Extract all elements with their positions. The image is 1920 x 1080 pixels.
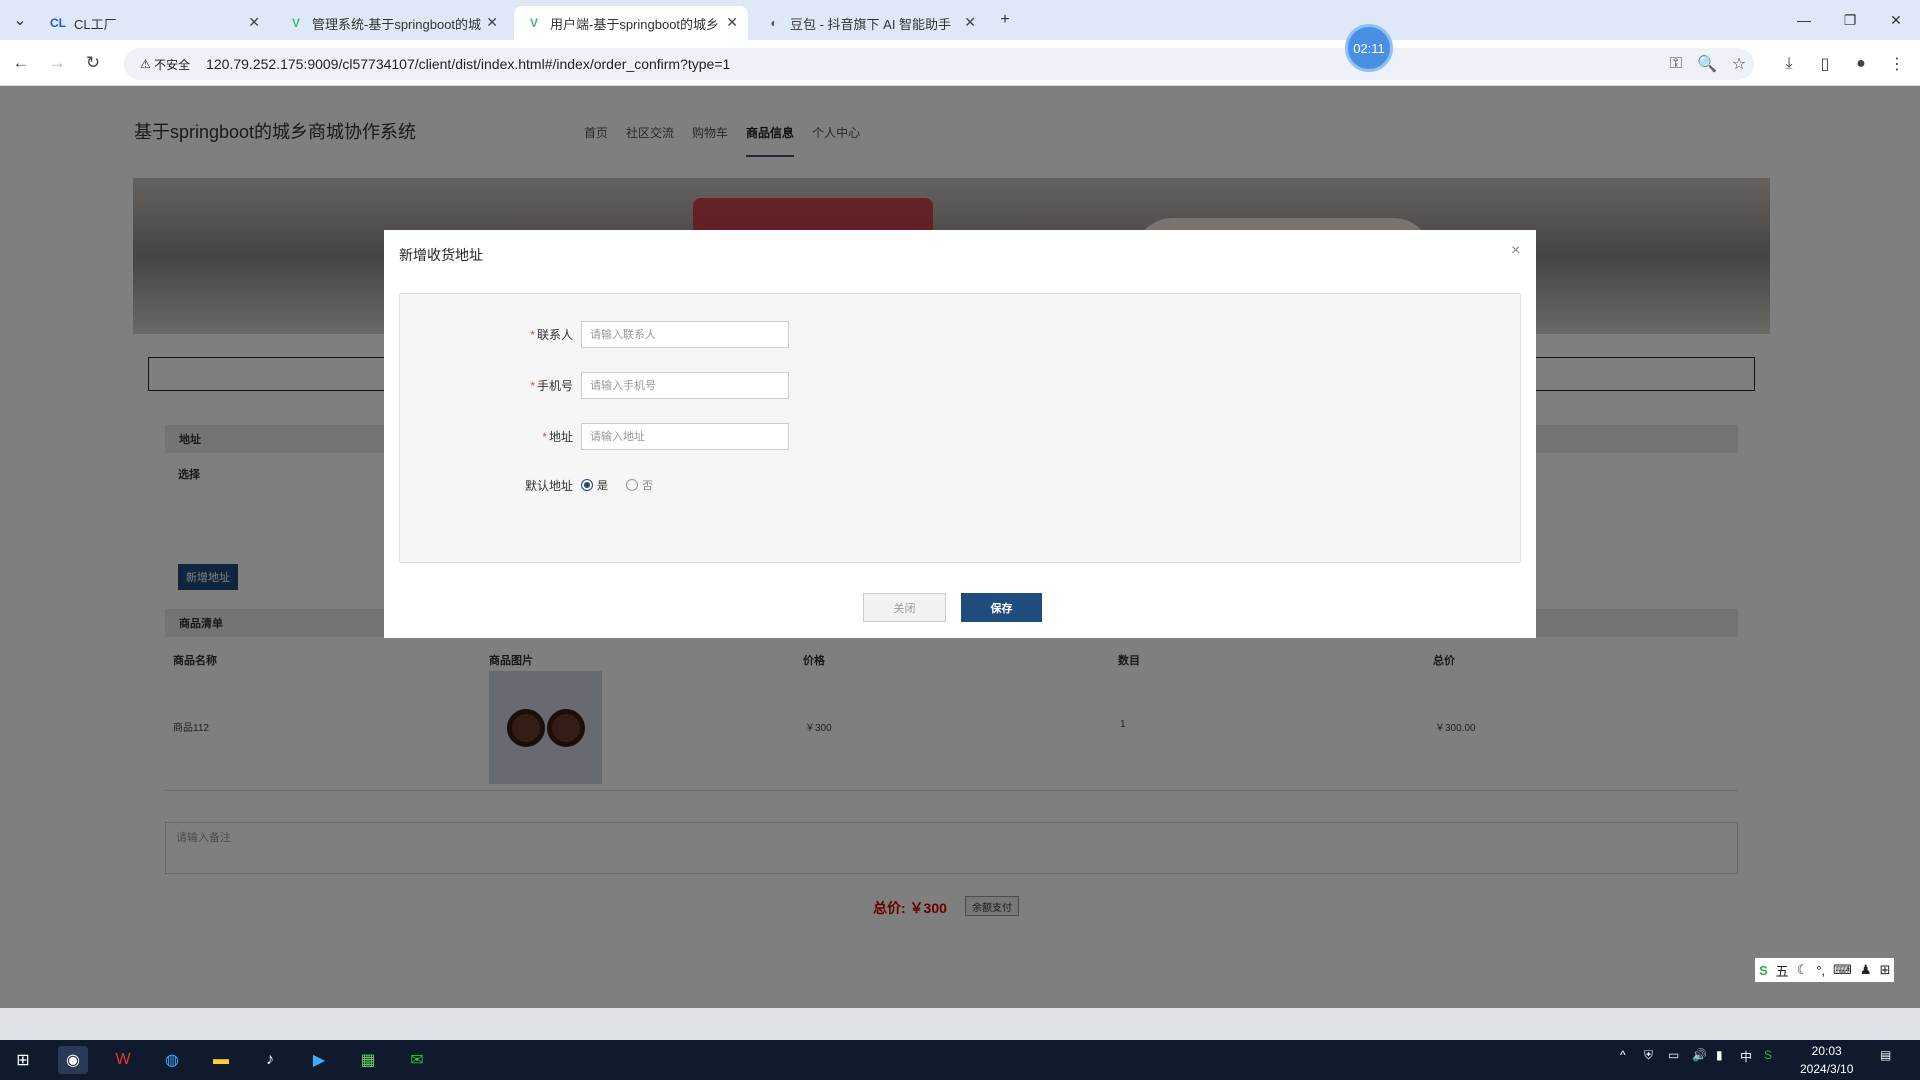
browser-icon[interactable]: ◍	[157, 1046, 187, 1074]
network-icon[interactable]: ▭	[1668, 1048, 1679, 1062]
tab-admin[interactable]: V 管理系统-基于springboot的城 ✕	[276, 6, 508, 40]
tab-cl[interactable]: CL CL工厂 ✕	[38, 6, 270, 40]
ime-lang[interactable]: 中	[1740, 1048, 1752, 1065]
security-chip[interactable]: ⚠ 不安全	[132, 52, 198, 76]
phone-input[interactable]: 请输入手机号	[581, 371, 789, 399]
warning-icon: ⚠	[140, 57, 155, 71]
phone-row: * 手机号 请输入手机号	[400, 371, 789, 399]
taskbar: ⊞ ◉ W ◍ ▬ ♪ ▶ ▦ ✉ ^ ⛨ ▭ 🔊 ▮ 中 S 20:03 20…	[0, 1040, 1920, 1080]
dialog-form: * 联系人 请输入联系人 * 手机号 请输入手机号 * 地址 请输入地址 默认地址 是…	[399, 293, 1521, 563]
omnibox[interactable]: ⚠ 不安全 120.79.252.175:9009/cl57734107/cli…	[124, 48, 1754, 80]
contact-row: * 联系人 请输入联系人	[400, 320, 789, 348]
clock[interactable]: 20:03 2024/3/10	[1800, 1042, 1853, 1078]
moon-icon[interactable]: ☾	[1797, 962, 1809, 978]
restore-icon[interactable]: ❐	[1827, 0, 1873, 40]
ime-mode-icon[interactable]: 五	[1776, 961, 1789, 980]
address-input[interactable]: 请输入地址	[581, 422, 789, 450]
close-icon[interactable]: ✕	[964, 14, 976, 31]
ime-toolbar[interactable]: S 五 ☾ °, ⌨ ♟ ⊞	[1755, 958, 1895, 982]
app-grid-icon[interactable]: ▦	[353, 1046, 383, 1074]
volume-icon[interactable]: 🔊	[1692, 1048, 1707, 1062]
folder-icon[interactable]: ▬	[206, 1046, 236, 1074]
notification-icon[interactable]: ▤	[1880, 1048, 1891, 1062]
chrome-icon[interactable]: ◉	[58, 1046, 88, 1074]
save-button[interactable]: 保存	[961, 593, 1042, 622]
close-icon[interactable]: ✕	[726, 14, 738, 31]
tab-search-icon[interactable]: ⌄	[6, 6, 34, 34]
minimize-icon[interactable]: —	[1781, 0, 1827, 40]
tab-doubao[interactable]: ◐ 豆包 - 抖音旗下 AI 智能助手 ✕	[754, 6, 986, 40]
keyboard-icon[interactable]: ⌨	[1833, 962, 1852, 978]
address-row: * 地址 请输入地址	[400, 422, 789, 450]
wechat-icon[interactable]: ✉	[402, 1046, 432, 1074]
side-panel-icon[interactable]: ▯	[1813, 52, 1837, 76]
punct-icon[interactable]: °,	[1816, 963, 1825, 978]
recording-timer[interactable]: 02:11	[1345, 24, 1393, 72]
close-icon[interactable]: ✕	[248, 14, 260, 31]
menu-kebab-icon[interactable]: ⋮	[1885, 52, 1909, 76]
contact-input[interactable]: 请输入联系人	[581, 320, 789, 348]
password-key-icon[interactable]: ⚿	[1664, 52, 1688, 76]
new-tab-icon[interactable]: +	[990, 6, 1020, 34]
forward-icon[interactable]: →	[44, 50, 70, 76]
default-address-row: 默认地址 是 否	[524, 477, 653, 493]
vue-icon: V	[529, 16, 538, 30]
start-icon[interactable]: ⊞	[8, 1046, 38, 1074]
bookmark-star-icon[interactable]: ☆	[1727, 52, 1751, 76]
default-no-radio[interactable]: 否	[626, 477, 653, 493]
close-icon[interactable]: ×	[1511, 242, 1520, 260]
battery-icon[interactable]: ▮	[1716, 1048, 1723, 1062]
default-yes-radio[interactable]: 是	[581, 477, 608, 493]
reload-icon[interactable]: ↻	[80, 50, 106, 76]
user-icon[interactable]: ♟	[1860, 962, 1872, 978]
close-icon[interactable]: ✕	[486, 14, 498, 31]
vue-icon: V	[291, 16, 300, 30]
profile-icon[interactable]: ●	[1849, 52, 1873, 76]
wps-icon[interactable]: W	[108, 1046, 138, 1074]
media-player-icon[interactable]: ▶	[304, 1046, 334, 1074]
dialog-title: 新增收货地址	[399, 247, 483, 263]
sogou-tray-icon[interactable]: S	[1764, 1048, 1772, 1062]
tray-expand-icon[interactable]: ^	[1620, 1048, 1626, 1062]
zoom-icon[interactable]: 🔍	[1695, 52, 1719, 76]
apps-icon[interactable]: ⊞	[1880, 962, 1891, 978]
tiktok-icon[interactable]: ♪	[255, 1046, 285, 1074]
cl-icon: CL	[50, 16, 66, 30]
url-text[interactable]: 120.79.252.175:9009/cl57734107/client/di…	[206, 56, 730, 72]
security-shield-icon[interactable]: ⛨	[1644, 1048, 1653, 1063]
back-icon[interactable]: ←	[8, 50, 34, 76]
download-icon[interactable]: ⤓	[1777, 52, 1801, 76]
sogou-icon[interactable]: S	[1759, 963, 1768, 978]
doubao-icon: ◐	[770, 16, 778, 30]
tab-client-active[interactable]: V 用户端-基于springboot的城乡 ✕	[514, 6, 748, 40]
add-address-dialog: 新增收货地址 × * 联系人 请输入联系人 * 手机号 请输入手机号 * 地址 请输入…	[384, 230, 1536, 638]
window-close-icon[interactable]: ✕	[1873, 0, 1919, 40]
cancel-button[interactable]: 关闭	[863, 593, 946, 622]
browser-tab-strip: ⌄ CL CL工厂 ✕ V 管理系统-基于springboot的城 ✕ V 用户…	[0, 0, 1920, 40]
